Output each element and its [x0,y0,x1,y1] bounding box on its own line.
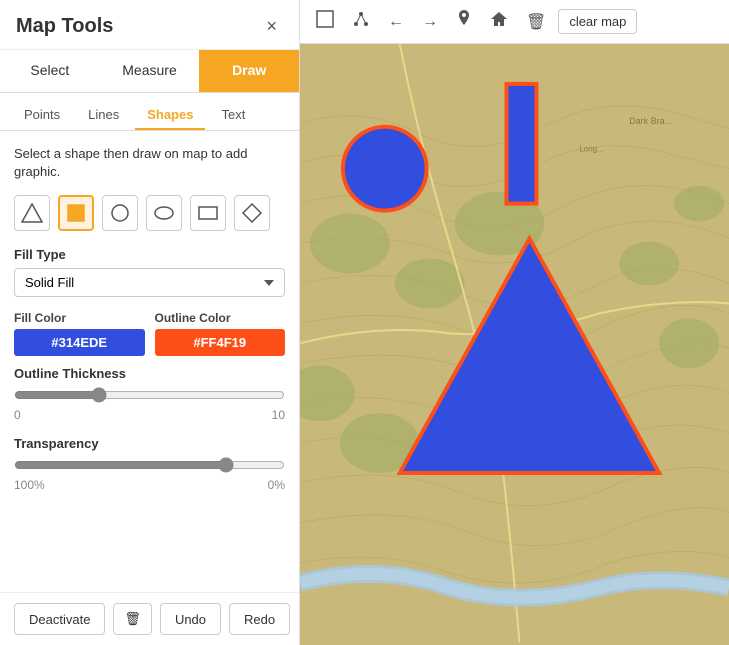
subtab-lines[interactable]: Lines [76,101,131,130]
pin-button[interactable] [450,6,478,37]
circle-icon [109,202,131,224]
shape-triangle[interactable] [14,195,50,231]
outline-color-col: Outline Color #FF4F19 [155,311,286,356]
color-row: Fill Color #314EDE Outline Color #FF4F19 [14,311,285,356]
transparency-section: Transparency 100% 0% [14,436,285,492]
map-area[interactable]: ← → 🗑 clear map [300,0,729,645]
rectangle-icon [197,202,219,224]
subtab-shapes[interactable]: Shapes [135,101,205,130]
outline-color-label: Outline Color [155,311,286,325]
tab-draw[interactable]: Draw [199,50,299,92]
fill-color-button[interactable]: #314EDE [14,329,145,356]
fill-color-label: Fill Color [14,311,145,325]
fill-type-label: Fill Type [14,247,285,262]
outline-thickness-slider[interactable] [14,387,285,403]
transparency-left: 100% [14,478,45,492]
deactivate-button[interactable]: Deactivate [14,603,105,635]
home-icon [490,10,508,28]
thickness-min: 0 [14,408,21,422]
map-topbar: ← → 🗑 clear map [300,0,729,44]
diamond-icon [241,202,263,224]
svg-text:Dark Bra...: Dark Bra... [629,116,672,126]
forward-button[interactable]: → [416,9,444,35]
node-tool[interactable] [346,6,376,37]
sidebar: Map Tools × Select Measure Draw Points L… [0,0,300,645]
undo-button[interactable]: Undo [160,603,221,635]
draw-square-tool[interactable] [310,6,340,37]
shape-circle[interactable] [102,195,138,231]
outline-color-button[interactable]: #FF4F19 [155,329,286,356]
tab-measure[interactable]: Measure [100,50,200,92]
pin-icon [456,10,472,28]
close-button[interactable]: × [260,14,283,39]
square-icon [65,202,87,224]
node-icon [352,10,370,28]
subtab-points[interactable]: Points [12,101,72,130]
subtab-text[interactable]: Text [209,101,257,130]
trash-button[interactable]: 🗑 [520,8,552,36]
transparency-slider[interactable] [14,457,285,473]
back-button[interactable]: ← [382,9,410,35]
map-background: Dark Bra... Long... Lower Alarka R... [300,44,729,643]
fill-color-col: Fill Color #314EDE [14,311,145,356]
svg-text:Long...: Long... [579,145,603,154]
delete-button[interactable]: 🗑 [113,603,152,635]
outline-thickness-label: Outline Thickness [14,366,285,381]
sidebar-header: Map Tools × [0,0,299,50]
sub-tabs: Points Lines Shapes Text [0,93,299,131]
outline-thickness-section: Outline Thickness 0 10 [14,366,285,422]
redo-button[interactable]: Redo [229,603,290,635]
fill-type-select[interactable]: Solid Fill No Fill Gradient Fill [14,268,285,297]
content-area: Select a shape then draw on map to add g… [0,131,299,592]
description-text: Select a shape then draw on map to add g… [14,145,285,181]
shape-square[interactable] [58,195,94,231]
sidebar-title: Map Tools [16,15,113,38]
delete-icon: 🗑 [124,611,141,626]
shape-ellipse[interactable] [146,195,182,231]
square-tool-icon [316,10,334,28]
main-tabs: Select Measure Draw [0,50,299,93]
triangle-icon [21,202,43,224]
shape-rectangle[interactable] [190,195,226,231]
transparency-label: Transparency [14,436,285,451]
transparency-right: 0% [268,478,285,492]
tab-select[interactable]: Select [0,50,100,92]
bottom-buttons: Deactivate 🗑 Undo Redo [0,592,299,645]
ellipse-icon [153,202,175,224]
clear-map-button[interactable]: clear map [558,9,637,34]
home-button[interactable] [484,6,514,37]
shape-diamond[interactable] [234,195,270,231]
shape-icons-row [14,195,285,231]
thickness-max: 10 [272,408,285,422]
